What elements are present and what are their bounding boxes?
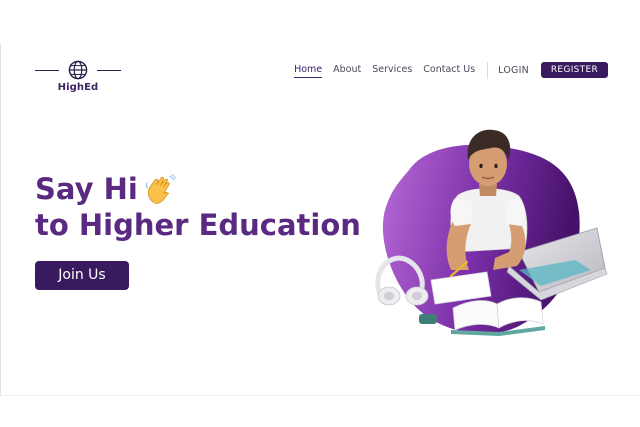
hero-line-2: to Higher Education: [35, 208, 361, 242]
join-us-button[interactable]: Join Us: [35, 261, 129, 290]
logo-line-right: [97, 70, 121, 71]
register-button[interactable]: REGISTER: [540, 62, 608, 78]
logo-line-left: [35, 70, 59, 71]
login-link[interactable]: LOGIN: [498, 65, 529, 76]
top-nav: Home About Services Contact Us LOGIN REG…: [283, 61, 608, 79]
nav-about[interactable]: About: [333, 63, 361, 77]
brand-name: HighEd: [57, 82, 99, 93]
landing-page: HighEd Home About Services Contact Us LO…: [0, 44, 640, 396]
waving-hand-icon: [145, 173, 176, 204]
hero-line-1: Say Hi: [35, 172, 138, 206]
small-case: [419, 314, 437, 324]
nav-home[interactable]: Home: [294, 63, 323, 78]
globe-icon: [68, 60, 88, 80]
nav-services[interactable]: Services: [372, 63, 412, 77]
brand-logo[interactable]: HighEd: [35, 59, 123, 97]
hero-heading: Say Hi to Higher Education: [35, 172, 361, 243]
nav-divider: [487, 61, 489, 79]
student-studying-illustration: [375, 129, 608, 336]
nav-contact-us[interactable]: Contact Us: [423, 63, 475, 77]
hero-line-1-row: Say Hi: [35, 172, 361, 207]
